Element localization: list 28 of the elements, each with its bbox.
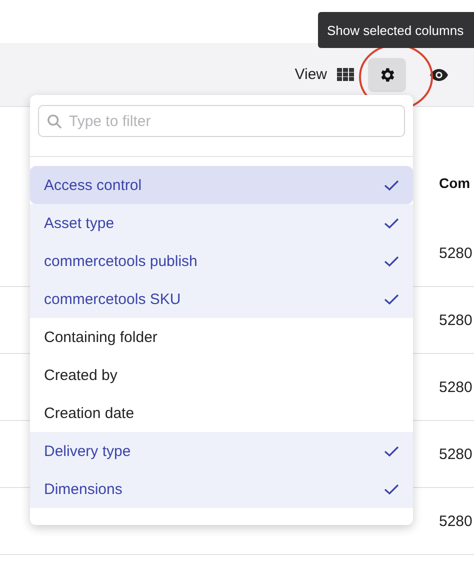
check-icon — [384, 256, 399, 266]
grid-icon[interactable] — [337, 68, 354, 81]
search-icon — [47, 114, 62, 129]
check-icon — [384, 180, 399, 190]
column-option[interactable]: Dimensions — [30, 470, 413, 508]
table-cell: 5280 — [439, 312, 472, 328]
column-option[interactable]: Access control — [30, 166, 413, 204]
check-icon — [384, 294, 399, 304]
column-header: Com — [439, 175, 472, 191]
view-label: View — [294, 66, 327, 83]
table-cell: 5280 — [439, 378, 472, 396]
column-option[interactable]: Containing folder — [30, 318, 413, 356]
check-icon — [384, 218, 399, 228]
table-cell-text: 5280 — [439, 245, 474, 262]
check-icon — [384, 484, 399, 494]
column-option[interactable]: Delivery type — [30, 432, 413, 470]
table-cell: 5280 — [439, 446, 472, 462]
filter-field[interactable]: Type to filter — [38, 105, 405, 137]
eye-icon[interactable] — [430, 68, 448, 80]
check-icon — [384, 446, 399, 456]
column-option[interactable]: Created by — [30, 356, 413, 394]
settings-button[interactable] — [368, 58, 406, 92]
table-cell: 5280 — [439, 512, 472, 530]
column-option[interactable]: commercetools publish — [30, 242, 413, 280]
column-option[interactable]: Creation date — [30, 394, 413, 432]
column-option[interactable]: Asset type — [30, 204, 413, 242]
tooltip: Show selected columns — [318, 12, 474, 48]
column-option[interactable]: commercetools SKU — [30, 280, 413, 318]
